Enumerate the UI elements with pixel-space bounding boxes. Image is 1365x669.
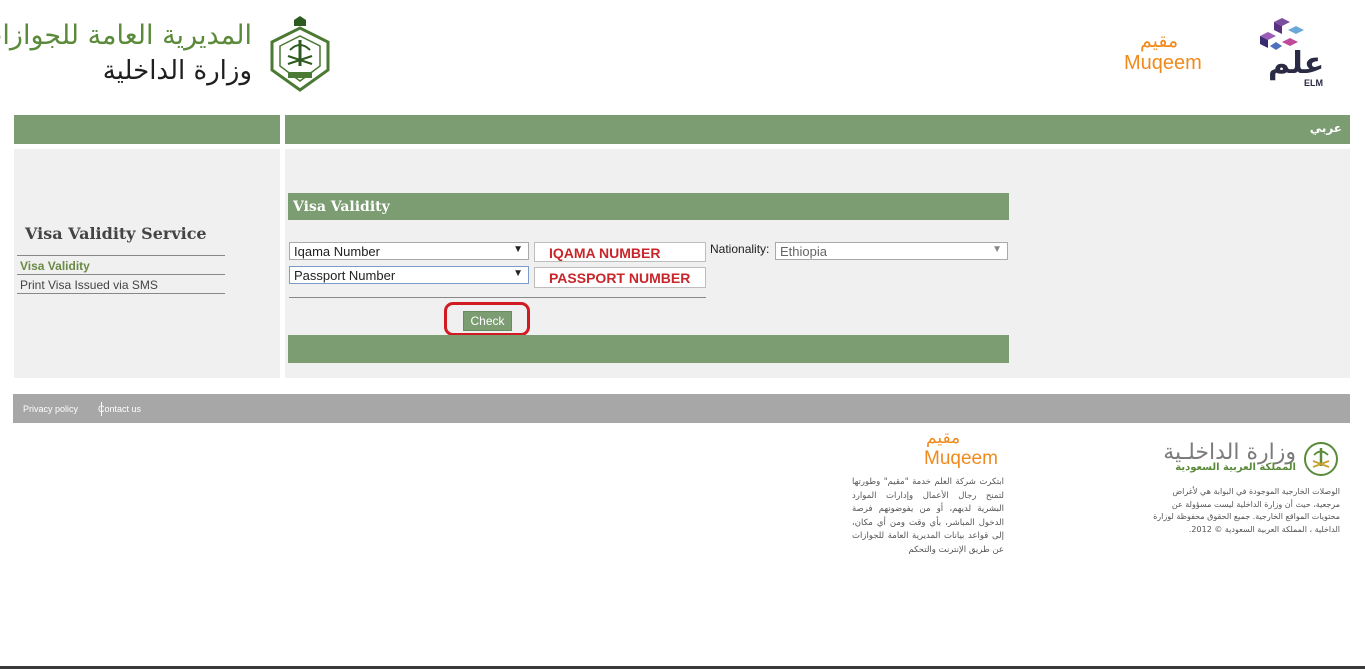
footer-muqeem-arabic: مقيم bbox=[926, 428, 961, 448]
muqeem-logo: مقيم Muqeem bbox=[1120, 30, 1230, 80]
elm-logo-arabic: علم bbox=[1268, 46, 1325, 81]
sidebar-item-print-visa-sms[interactable]: Print Visa Issued via SMS bbox=[20, 278, 158, 292]
doc-type-select[interactable]: Passport Number ▼ bbox=[289, 266, 529, 284]
doc-type-selected-value: Passport Number bbox=[294, 268, 396, 283]
nav-divider bbox=[17, 255, 225, 256]
check-button[interactable]: Check bbox=[463, 311, 512, 331]
footer-muqeem-logo: مقيم Muqeem bbox=[920, 428, 1010, 472]
nav-divider bbox=[17, 293, 225, 294]
iqama-number-value: IQAMA NUMBER bbox=[549, 245, 661, 261]
passport-number-value: PASSPORT NUMBER bbox=[549, 270, 691, 286]
id-type-select[interactable]: Iqama Number ▼ bbox=[289, 242, 529, 260]
sidebar-header-bar bbox=[14, 115, 280, 144]
form-header: Visa Validity bbox=[288, 193, 1009, 220]
privacy-policy-link[interactable]: Privacy policy bbox=[23, 404, 78, 414]
dropdown-arrow-icon: ▼ bbox=[513, 244, 523, 255]
muqeem-description: ابتكرت شركة العلم خدمة "مقيم" وطورتها لت… bbox=[852, 477, 1004, 555]
iqama-number-input[interactable]: IQAMA NUMBER bbox=[534, 242, 706, 262]
sidebar-item-visa-validity[interactable]: Visa Validity bbox=[20, 259, 90, 273]
passports-directorate-title: المديرية العامة للجوازات bbox=[0, 20, 252, 51]
sidebar-panel: Visa Validity Service Visa Validity Prin… bbox=[14, 149, 280, 378]
id-type-selected-value: Iqama Number bbox=[294, 244, 380, 259]
nationality-selected-value: Ethiopia bbox=[780, 244, 827, 259]
main-header-bar: عربي bbox=[285, 115, 1350, 144]
nav-divider bbox=[17, 274, 225, 275]
passport-number-input[interactable]: PASSPORT NUMBER bbox=[534, 267, 706, 288]
contact-us-link[interactable]: Contact us bbox=[98, 404, 141, 414]
form-title: Visa Validity bbox=[293, 199, 390, 215]
footer-muqeem-english: Muqeem bbox=[924, 448, 998, 469]
arabic-language-link[interactable]: عربي bbox=[1310, 121, 1342, 135]
dropdown-arrow-icon: ▼ bbox=[992, 244, 1002, 255]
moi-description: الوصلات الخارجية الموجودة في البوابة هي … bbox=[1153, 487, 1340, 534]
form-footer-bar bbox=[288, 335, 1009, 363]
service-title: Visa Validity Service bbox=[25, 224, 207, 243]
ministry-title: وزارة الداخلية bbox=[102, 56, 252, 86]
elm-logo-english: ELM bbox=[1304, 78, 1323, 88]
moi-subtitle: المملكة العربية السعودية bbox=[1175, 462, 1296, 473]
passports-emblem-icon bbox=[270, 16, 330, 92]
nationality-label: Nationality: bbox=[710, 242, 770, 256]
dropdown-arrow-icon: ▼ bbox=[513, 268, 523, 279]
nationality-select[interactable]: Ethiopia ▼ bbox=[775, 242, 1008, 260]
elm-logo: علم ELM bbox=[1246, 16, 1336, 90]
muqeem-logo-arabic: مقيم bbox=[1140, 30, 1179, 52]
moi-emblem-icon bbox=[1304, 442, 1338, 476]
footer-moi-logo: وزارة الداخلـية المملكة العربية السعودية bbox=[1160, 440, 1340, 478]
passports-directorate-logo: المديرية العامة للجوازات وزارة الداخلية bbox=[0, 14, 342, 98]
footer-bar: Privacy policy Contact us bbox=[13, 394, 1350, 423]
form-divider bbox=[289, 297, 706, 298]
muqeem-logo-english: Muqeem bbox=[1124, 52, 1202, 74]
